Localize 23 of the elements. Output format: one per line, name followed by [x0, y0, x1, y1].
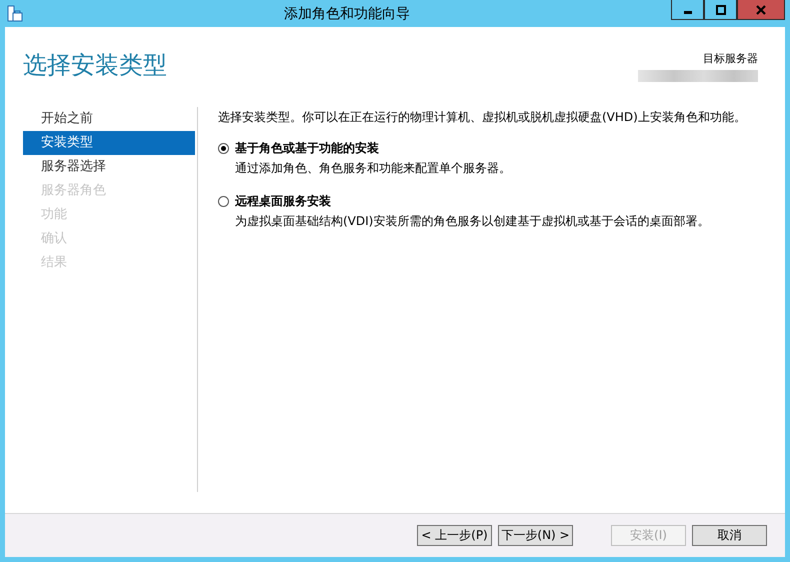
minimize-button[interactable] — [671, 0, 704, 20]
option-label[interactable]: 远程桌面服务安装 — [235, 193, 331, 210]
target-server-label: 目标服务器 — [703, 51, 758, 66]
radio-button[interactable] — [218, 143, 229, 154]
nav-item[interactable]: 服务器选择 — [23, 155, 195, 179]
nav-item[interactable]: 开始之前 — [23, 107, 195, 131]
intro-text: 选择安装类型。你可以在正在运行的物理计算机、虚拟机或脱机虚拟硬盘(VHD)上安装角色和功能。 — [218, 109, 746, 126]
option-description: 通过添加角色、角色服务和功能来配置单个服务器。 — [235, 160, 512, 177]
radio-button[interactable] — [218, 196, 229, 207]
wizard-button[interactable]: < 上一步(P) — [417, 525, 492, 546]
server-manager-icon — [5, 4, 23, 22]
option-description: 为虚拟桌面基础结构(VDI)安装所需的角色服务以创建基于虚拟机或基于会话的桌面部署。 — [235, 213, 710, 230]
maximize-icon — [716, 4, 726, 14]
minimize-icon — [684, 11, 692, 14]
wizard-button[interactable]: 取消 — [692, 525, 767, 546]
maximize-button[interactable] — [704, 0, 737, 20]
option-label[interactable]: 基于角色或基于功能的安装 — [235, 140, 379, 157]
page-title: 选择安装类型 — [23, 50, 167, 81]
nav-item[interactable]: 安装类型 — [23, 131, 195, 155]
close-button[interactable] — [737, 0, 785, 20]
close-icon — [756, 4, 766, 14]
wizard-button[interactable]: 下一步(N) > — [498, 525, 573, 546]
window-title: 添加角色和功能向导 — [283, 4, 411, 22]
